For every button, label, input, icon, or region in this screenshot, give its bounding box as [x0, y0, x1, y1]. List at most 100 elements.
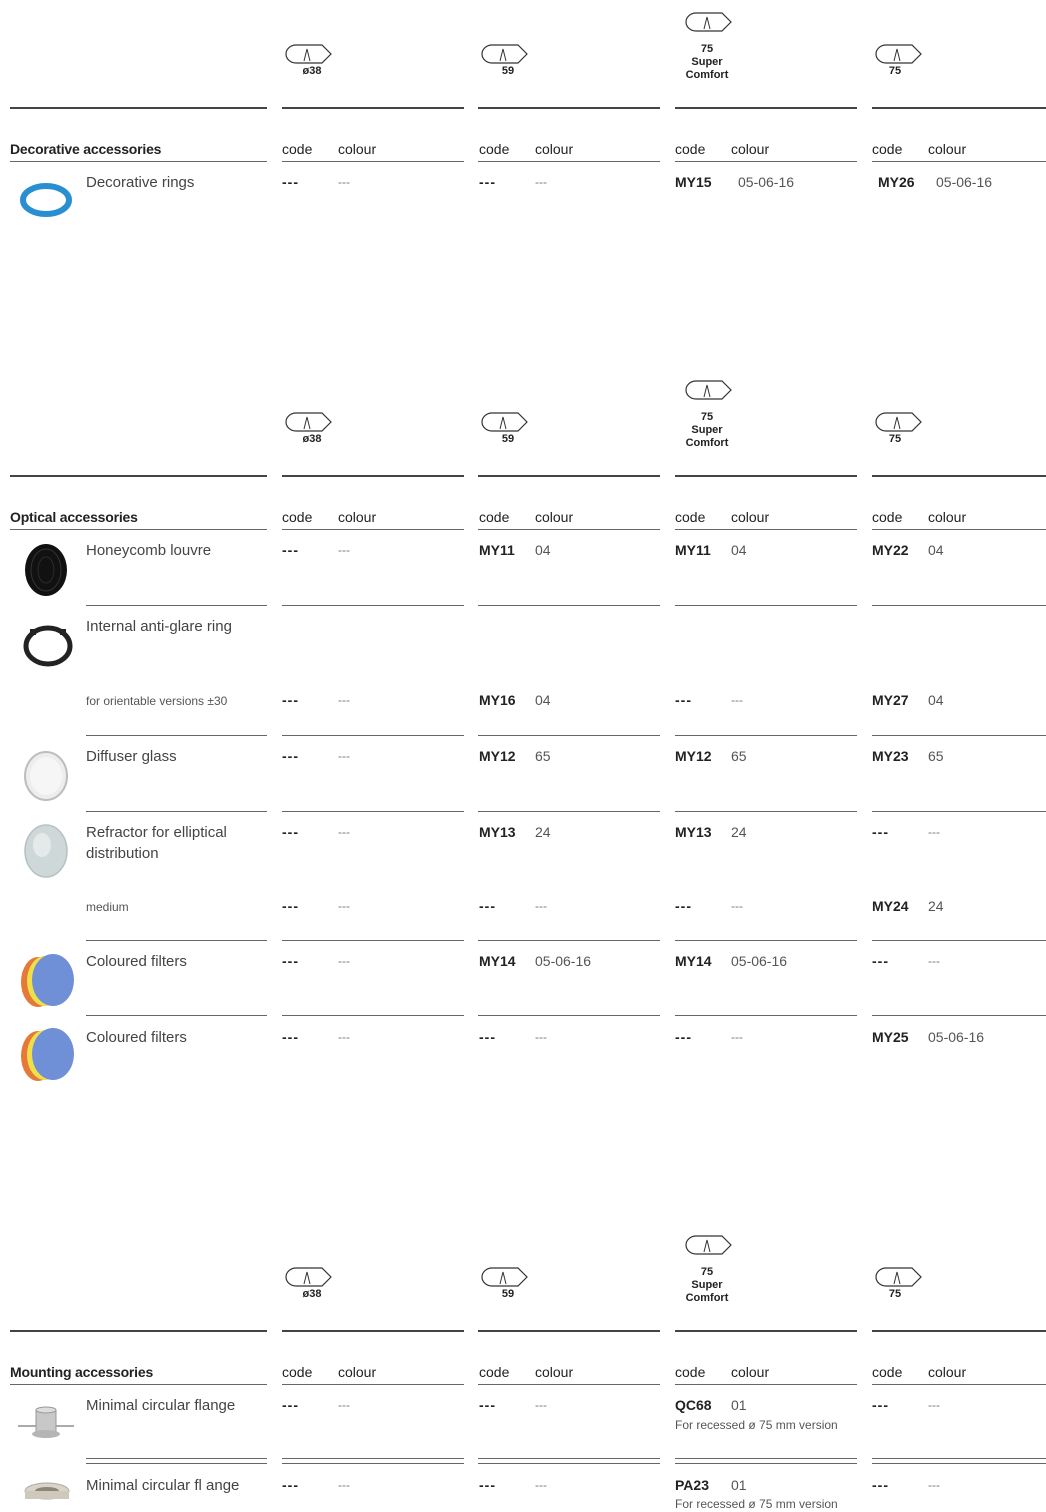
code-value: MY22 — [872, 542, 909, 558]
colour-value: 01 — [731, 1477, 747, 1493]
row-rule — [675, 940, 857, 941]
code-header: code — [675, 509, 706, 525]
column-header-59: 59 — [478, 411, 598, 446]
diffuser-glass-icon — [24, 751, 68, 801]
colour-value: --- — [338, 543, 350, 557]
colour-value: 05-06-16 — [535, 953, 592, 969]
column-rule — [872, 1384, 1046, 1385]
header-rule — [478, 475, 660, 477]
column-header-label: ø38 — [302, 65, 322, 77]
code-value: --- — [872, 824, 889, 840]
row-subname: for orientable versions ±30 — [86, 694, 228, 708]
column-header-label: 75 — [888, 65, 902, 77]
column-header-label: 75 — [888, 1288, 902, 1300]
row-rule — [872, 940, 1046, 941]
colour-value: --- — [338, 693, 350, 707]
colour-value: --- — [535, 899, 547, 913]
colour-value: 04 — [535, 692, 551, 708]
colour-header: colour — [928, 1364, 967, 1380]
column-header-label: 75 Super Comfort — [685, 43, 729, 81]
colour-value: --- — [535, 1478, 547, 1492]
row-rule — [282, 811, 464, 812]
code-value: --- — [675, 1029, 692, 1045]
column-header-label: 59 — [501, 433, 515, 445]
code-value: --- — [282, 748, 299, 764]
code-value: MY13 — [675, 824, 712, 840]
colour-value: 24 — [535, 824, 551, 840]
colour-header: colour — [731, 1364, 770, 1380]
code-value: --- — [479, 1029, 496, 1045]
colour-value: 24 — [928, 898, 944, 914]
code-value: --- — [282, 692, 299, 708]
row-rule — [282, 605, 464, 606]
row-rule — [282, 735, 464, 736]
decorative-accessories-section: ø38 59 75 Super Comfort 75 Decorative acce… — [0, 0, 1046, 240]
colour-header: colour — [535, 141, 574, 157]
code-value: MY11 — [479, 542, 515, 558]
column-header-label: ø38 — [302, 1288, 322, 1300]
column-rule — [675, 529, 857, 530]
row-name: Refractor for elliptical distribution — [86, 824, 227, 862]
column-header-label: 59 — [501, 1288, 515, 1300]
column-header-38: ø38 — [282, 43, 402, 78]
code-value: MY11 — [675, 542, 711, 558]
column-header-label: 75 Super Comfort — [685, 411, 729, 449]
colour-value: --- — [338, 749, 350, 763]
row-name: Internal anti-glare ring — [86, 618, 232, 635]
colour-header: colour — [731, 509, 770, 525]
code-value: --- — [282, 824, 299, 840]
coloured-filters-icon — [21, 1028, 74, 1081]
code-header: code — [675, 1364, 706, 1380]
coloured-filters-icon — [21, 954, 74, 1007]
light-beam-icon — [285, 412, 332, 432]
row-rule — [478, 735, 660, 736]
row-rule — [872, 1015, 1046, 1016]
colour-header: colour — [338, 509, 377, 525]
colour-value: --- — [535, 1030, 547, 1044]
colour-value: --- — [731, 899, 743, 913]
row-subname: medium — [86, 900, 129, 914]
code-value: MY27 — [872, 692, 909, 708]
mounting-accessories-section: ø38 59 75 Super Comfort 75 Mounting access… — [0, 1223, 1046, 1512]
code-value: --- — [872, 953, 889, 969]
colour-value: 05-06-16 — [936, 174, 993, 190]
colour-value: 05-06-16 — [738, 174, 795, 190]
light-beam-icon — [285, 44, 332, 64]
code-value: --- — [675, 898, 692, 914]
colour-value: 04 — [535, 542, 551, 558]
column-header-75: 75 — [872, 1266, 992, 1301]
light-beam-icon — [481, 1267, 528, 1287]
row-rule — [478, 940, 660, 941]
header-rule — [10, 107, 267, 109]
colour-value: 65 — [535, 748, 551, 764]
code-header: code — [675, 141, 706, 157]
row-rule — [86, 605, 267, 606]
code-value: MY12 — [675, 748, 712, 764]
colour-header: colour — [338, 141, 377, 157]
colour-value: --- — [928, 954, 940, 968]
header-rule — [675, 107, 857, 109]
column-rule — [282, 161, 464, 162]
code-header: code — [872, 141, 903, 157]
column-header-59: 59 — [478, 43, 598, 78]
column-rule — [872, 529, 1046, 530]
code-header: code — [872, 1364, 903, 1380]
light-beam-icon — [875, 412, 922, 432]
column-rule — [478, 1384, 660, 1385]
header-rule — [872, 1330, 1046, 1332]
row-name: Minimal circular fl ange — [86, 1477, 240, 1494]
optical-accessories-section: ø38 59 75 Super Comfort 75 Optical accesso… — [0, 368, 1046, 1088]
row-rule — [675, 605, 857, 606]
code-value: QC68 — [675, 1397, 712, 1413]
column-header-75-super-comfort: 75 Super Comfort — [682, 379, 802, 450]
code-value: --- — [872, 1397, 889, 1413]
row-rule — [478, 605, 660, 606]
colour-header: colour — [928, 509, 967, 525]
light-beam-icon — [875, 1267, 922, 1287]
code-header: code — [479, 1364, 510, 1380]
colour-value: --- — [338, 1478, 350, 1492]
row-rule — [675, 1458, 857, 1464]
honeycomb-louvre-icon — [25, 544, 67, 596]
colour-value: --- — [338, 825, 350, 839]
colour-value: --- — [731, 693, 743, 707]
